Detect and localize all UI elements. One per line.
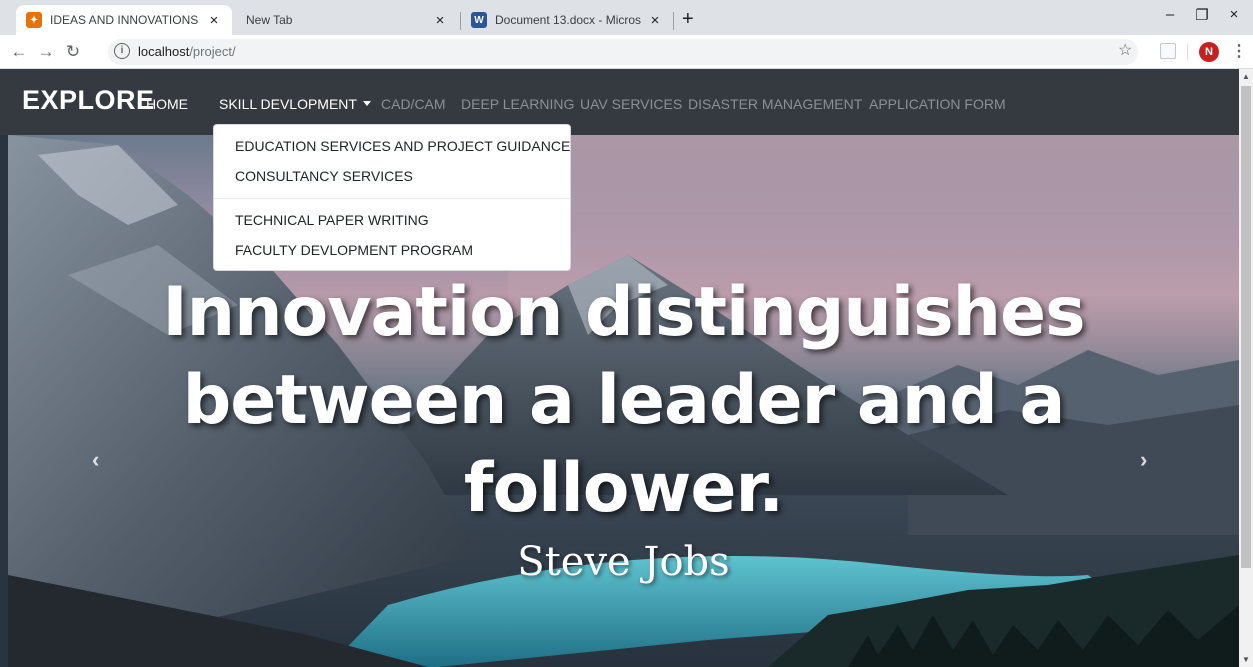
url-path: /project/ [189,44,236,59]
tab-separator [673,12,674,30]
site-info-icon[interactable]: i [114,43,130,59]
dropdown-item-education-services[interactable]: EDUCATION SERVICES AND PROJECT GUIDANCE [235,138,570,154]
quote-line-1: Innovation distinguishes [162,273,1085,352]
dropdown-item-faculty-development-program[interactable]: FACULTY DEVLOPMENT PROGRAM [235,242,473,258]
carousel-prev-icon[interactable]: ‹ [92,447,99,473]
scrollbar-thumb[interactable] [1241,86,1251,568]
dropdown-item-technical-paper-writing[interactable]: TECHNICAL PAPER WRITING [235,212,429,228]
dropdown-divider [214,198,570,199]
nav-skill-development-label: SKILL DEVLOPMENT [219,96,357,112]
site-navbar: EXPLORE HOME SKILL DEVLOPMENT CAD/CAM DE… [0,69,1239,135]
browser-tabstrip: ✦ IDEAS AND INNOVATIONS × New Tab × W Do… [0,0,1253,35]
dropdown-item-consultancy-services[interactable]: CONSULTANCY SERVICES [235,168,413,184]
page-scrollbar[interactable]: ▲ ▼ [1239,69,1253,667]
nav-skill-development[interactable]: SKILL DEVLOPMENT [219,96,371,112]
quote-line-2: between a leader and a [182,361,1066,440]
word-icon: W [471,12,487,28]
nav-uav-services[interactable]: UAV SERVICES [580,96,682,112]
tab-title: IDEAS AND INNOVATIONS [50,13,199,27]
nav-disaster-management[interactable]: DISASTER MANAGEMENT [688,96,862,112]
browser-toolbar: ← → ↻ i localhost/project/ ☆ N ⋮ [0,35,1253,69]
tab-new-tab[interactable]: New Tab × [236,5,458,35]
tab-ideas-and-innovations[interactable]: ✦ IDEAS AND INNOVATIONS × [16,5,232,35]
quote-author: Steve Jobs [517,539,730,585]
skill-development-dropdown: EDUCATION SERVICES AND PROJECT GUIDANCE … [213,124,571,271]
scroll-up-icon[interactable]: ▲ [1242,72,1250,81]
profile-avatar[interactable]: N [1199,42,1219,62]
dropdown-caret-icon [362,101,371,106]
close-window-button[interactable]: × [1219,6,1249,23]
tab-document-13[interactable]: W Document 13.docx - Microsoft W × [461,5,673,35]
address-bar[interactable]: i localhost/project/ [108,39,1138,65]
nav-home[interactable]: HOME [146,96,188,112]
close-tab-icon[interactable]: × [647,12,663,29]
reload-icon[interactable]: ↻ [62,41,84,63]
nav-cad-cam[interactable]: CAD/CAM [381,96,446,112]
site-brand[interactable]: EXPLORE [22,85,155,116]
new-tab-button[interactable]: + [682,8,694,30]
nav-application-form[interactable]: APPLICATION FORM [869,96,1006,112]
page-viewport: EXPLORE HOME SKILL DEVLOPMENT CAD/CAM DE… [0,69,1239,667]
back-arrow-icon[interactable]: ← [8,41,30,63]
url-text: localhost/project/ [138,44,236,59]
tab-title: Document 13.docx - Microsoft W [495,13,641,27]
forward-arrow-icon[interactable]: → [35,41,57,63]
quote-line-3: follower. [463,449,784,528]
url-host: localhost [138,44,190,59]
carousel-next-icon[interactable]: › [1140,447,1147,473]
toolbar-separator [1187,44,1188,60]
nav-deep-learning[interactable]: DEEP LEARNING [461,96,574,112]
close-tab-icon[interactable]: × [432,12,448,29]
extension-icon[interactable] [1160,43,1176,59]
minimize-button[interactable]: – [1155,6,1185,23]
bookmark-star-icon[interactable]: ☆ [1118,40,1132,60]
tab-title: New Tab [246,13,293,27]
scroll-down-icon[interactable]: ▼ [1242,655,1250,664]
browser-menu-icon[interactable]: ⋮ [1231,41,1247,61]
close-tab-icon[interactable]: × [206,12,222,29]
site-favicon-icon: ✦ [26,12,42,28]
restore-button[interactable]: ❐ [1187,6,1217,24]
